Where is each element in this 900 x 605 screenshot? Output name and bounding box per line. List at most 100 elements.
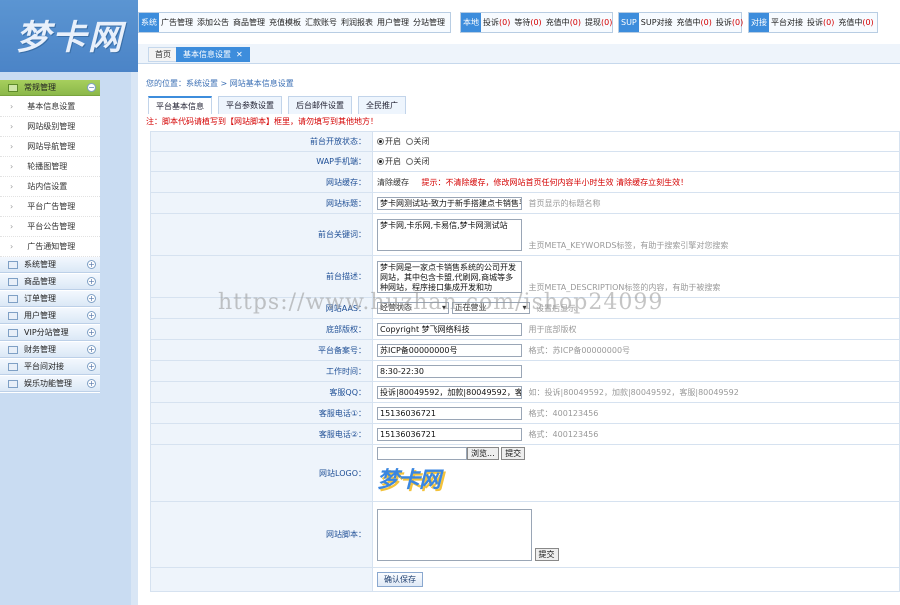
sidebar-item-basic-info[interactable]: › 基本信息设置 (0, 97, 100, 117)
expand-icon[interactable]: + (87, 294, 96, 303)
phone1-input[interactable]: 15136036721 (377, 406, 522, 420)
radio-label: 关闭 (413, 137, 430, 146)
description-textarea[interactable]: 梦卡网是一家点卡销售系统的公司开发网站，其中包含卡盟,代刷网,商城等多种网站，程… (377, 260, 522, 293)
sidebar-head-products[interactable]: 商品管理 + (0, 274, 100, 290)
sidebar-item-platform-notices[interactable]: › 平台公告管理 (0, 217, 100, 237)
sidebar-item-site-level[interactable]: › 网站级别管理 (0, 117, 100, 137)
tab-promotion[interactable]: 全民推广 (358, 96, 406, 114)
row-icp: 平台备案号： 苏ICP备00000000号 格式：苏ICP备00000000号 (150, 339, 900, 361)
dock-toolbar: 对接 平台对接 投诉(0) 充值中(0) (748, 12, 878, 33)
folder-icon (8, 379, 18, 388)
sidebar-head-entertainment[interactable]: 娱乐功能管理 + (0, 376, 100, 392)
tab-active-label: 基本信息设置 (183, 50, 231, 59)
sidebar-item-carousel[interactable]: › 轮播图管理 (0, 157, 100, 177)
substation-manage-link[interactable]: 分站管理 (411, 17, 447, 28)
product-manage-link[interactable]: 商品管理 (231, 17, 267, 28)
tab-home-label: 首页 (155, 50, 171, 59)
platform-dock-link[interactable]: 平台对接 (769, 17, 805, 28)
folder-icon (8, 362, 18, 371)
phone2-input[interactable]: 15136036721 (377, 427, 522, 441)
expand-icon[interactable]: + (87, 311, 96, 320)
sidebar-item-platform-ads[interactable]: › 平台广告管理 (0, 197, 100, 217)
sidebar-head-general[interactable]: 常规管理 − (0, 80, 100, 96)
icp-hint: 格式：苏ICP备00000000号 (528, 345, 631, 355)
status-select[interactable]: 经营状态 (377, 302, 449, 314)
folder-icon (8, 277, 18, 286)
sidebar-head-label: 常规管理 (24, 83, 56, 92)
tab-platform-info[interactable]: 平台基本信息 (148, 96, 212, 114)
tab-mail-settings[interactable]: 后台邮件设置 (288, 96, 352, 114)
remit-account-link[interactable]: 汇款账号 (303, 17, 339, 28)
wap-off-radio[interactable]: 关闭 (405, 156, 430, 167)
chevron-right-icon: › (10, 222, 14, 231)
expand-icon[interactable]: + (87, 277, 96, 286)
status-select-2[interactable]: 正在营业 (451, 302, 530, 314)
system-tag: 系统 (139, 13, 159, 32)
sidebar-item-label: 基本信息设置 (27, 102, 76, 111)
local-recharging-link[interactable]: 充值中(0) (544, 17, 583, 28)
sidebar-head-users[interactable]: 用户管理 + (0, 308, 100, 324)
radio-label: 开启 (385, 137, 401, 146)
row-description: 前台描述： 梦卡网是一家点卡销售系统的公司开发网站，其中包含卡盟,代刷网,商城等… (150, 255, 900, 298)
sidebar-item-label: 网站级别管理 (27, 122, 76, 131)
tab-platform-params[interactable]: 平台参数设置 (218, 96, 282, 114)
script-textarea[interactable] (377, 508, 532, 561)
phone1-field: 15136036721 格式：400123456 (372, 402, 900, 424)
icp-label: 平台备案号： (150, 339, 373, 361)
sidebar-head-finance[interactable]: 财务管理 + (0, 342, 100, 358)
wap-on-radio[interactable]: 开启 (377, 156, 401, 167)
sidebar-item-messages[interactable]: › 站内信设置 (0, 177, 100, 197)
expand-icon[interactable]: + (87, 328, 96, 337)
sidebar-item-site-nav[interactable]: › 网站导航管理 (0, 137, 100, 157)
sidebar-head-system[interactable]: 系统管理 + (0, 257, 100, 273)
sup-complaint-link[interactable]: 投诉(0) (714, 17, 745, 28)
dock-recharging-link[interactable]: 充值中(0) (836, 17, 875, 28)
local-waiting-link[interactable]: 等待(0) (512, 17, 543, 28)
expand-icon[interactable]: + (87, 379, 96, 388)
title-input[interactable]: 梦卡网测试站-致力于新手搭建点卡销售平台 (377, 196, 522, 210)
browse-button[interactable]: 浏览... (467, 447, 499, 460)
copyright-hint: 用于底部版权 (528, 324, 577, 334)
sidebar-item-ad-notify[interactable]: › 广告通知管理 (0, 237, 100, 257)
copyright-input[interactable]: Copyright 梦飞网络科技 (377, 322, 522, 336)
open-on-radio[interactable]: 开启 (377, 136, 401, 147)
close-icon[interactable]: ✕ (236, 50, 243, 59)
logo-file-path[interactable] (377, 447, 467, 460)
logo-submit-button[interactable]: 提交 (501, 447, 526, 460)
local-complaint-link[interactable]: 投诉(0) (481, 17, 512, 28)
expand-icon[interactable]: + (87, 362, 96, 371)
recharge-template-link[interactable]: 充值模板 (267, 17, 303, 28)
sidebar-head-orders[interactable]: 订单管理 + (0, 291, 100, 307)
save-button[interactable]: 确认保存 (377, 572, 423, 587)
dock-tag: 对接 (749, 13, 769, 32)
dock-complaint-link[interactable]: 投诉(0) (805, 17, 836, 28)
clear-cache-link[interactable]: 清除缓存 (377, 178, 409, 187)
qq-input[interactable]: 投诉|80049592，加款|80049592，客服|80049592 (377, 385, 522, 399)
keywords-textarea[interactable]: 梦卡网,卡乐网,卡易信,梦卡网测试站 (377, 218, 522, 251)
chevron-right-icon: › (10, 202, 14, 211)
collapse-icon[interactable]: − (87, 83, 96, 92)
phone2-label: 客服电话②： (150, 423, 373, 445)
local-withdraw-link[interactable]: 提现(0) (583, 17, 614, 28)
tab-basic-info[interactable]: 基本信息设置 ✕ (176, 47, 250, 62)
sup-recharging-link[interactable]: 充值中(0) (675, 17, 714, 28)
open-off-radio[interactable]: 关闭 (405, 136, 430, 147)
sidebar-head-dock[interactable]: 平台间对接 + (0, 359, 100, 375)
script-submit-button[interactable]: 提交 (534, 547, 559, 561)
tab-home[interactable]: 首页 (148, 47, 178, 62)
sidebar-head-vip[interactable]: VIP分站管理 + (0, 325, 100, 341)
sup-dock-link[interactable]: SUP对接 (639, 17, 675, 28)
profit-report-link[interactable]: 利润报表 (339, 17, 375, 28)
expand-icon[interactable]: + (87, 345, 96, 354)
app-window: 系统 广告管理 添加公告 商品管理 充值模板 汇款账号 利润报表 用户管理 分站… (0, 0, 900, 605)
add-notice-link[interactable]: 添加公告 (195, 17, 231, 28)
description-hint: 主页META_DESCRIPTION标签的内容，有助于被搜索 (528, 282, 721, 292)
ad-manage-link[interactable]: 广告管理 (159, 17, 195, 28)
icp-input[interactable]: 苏ICP备00000000号 (377, 343, 522, 357)
expand-icon[interactable]: + (87, 260, 96, 269)
hours-input[interactable]: 8:30-22:30 (377, 364, 522, 378)
radio-checked-icon (377, 158, 384, 165)
user-manage-link[interactable]: 用户管理 (375, 17, 411, 28)
radio-label: 开启 (385, 157, 401, 166)
breadcrumb: 您的位置：系统设置 > 网站基本信息设置 (146, 79, 294, 88)
